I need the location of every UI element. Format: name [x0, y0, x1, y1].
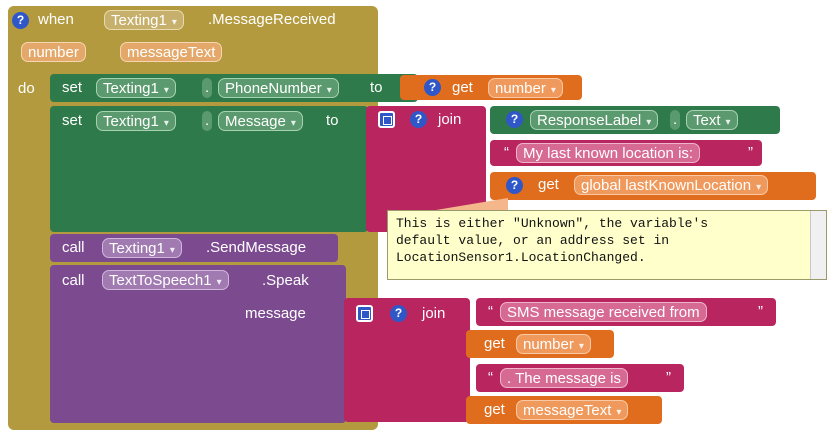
- speak-method: .Speak: [262, 272, 309, 289]
- mutator-icon[interactable]: [378, 111, 395, 128]
- tooltip-line: default value, or an address set in: [396, 233, 670, 248]
- quote-close-icon: ”: [758, 303, 763, 320]
- get-label: get: [484, 335, 505, 352]
- sendmessage-method: .SendMessage: [206, 239, 307, 256]
- get-number-dropdown[interactable]: number ▾: [488, 78, 563, 98]
- call-speak-component-dropdown[interactable]: TextToSpeech1 ▾: [102, 270, 229, 290]
- mutator-icon[interactable]: [356, 305, 373, 322]
- message-label: message: [245, 305, 306, 322]
- text-string-value[interactable]: SMS message received from: [500, 302, 707, 322]
- get-global-dropdown[interactable]: global lastKnownLocation ▾: [574, 175, 769, 195]
- help-icon[interactable]: ?: [506, 177, 523, 194]
- set-message-component-dropdown[interactable]: Texting1 ▾: [96, 111, 176, 131]
- tooltip: This is either "Unknown", the variable's…: [387, 210, 827, 280]
- help-icon[interactable]: ?: [12, 12, 29, 29]
- set-label: set: [62, 79, 83, 96]
- chevron-down-icon: ▾: [169, 245, 175, 256]
- dot-label: .: [202, 111, 213, 131]
- get-label: get: [452, 79, 473, 96]
- chevron-down-icon: ▾: [163, 85, 169, 96]
- responselabel-property-dropdown[interactable]: Text ▾: [686, 110, 738, 130]
- tooltip-scrollbar[interactable]: [810, 211, 826, 279]
- help-icon[interactable]: ?: [390, 305, 407, 322]
- event-component-label: Texting1: [111, 12, 167, 29]
- set-phone-property-dropdown[interactable]: PhoneNumber ▾: [218, 78, 339, 98]
- chevron-down-icon: ▾: [216, 277, 222, 288]
- to-label: to: [326, 112, 339, 129]
- quote-open-icon: “: [504, 144, 509, 161]
- help-icon[interactable]: ?: [506, 111, 523, 128]
- set-phone-component-dropdown[interactable]: Texting1 ▾: [96, 78, 176, 98]
- set-label: set: [62, 112, 83, 129]
- chevron-down-icon: ▾: [290, 118, 296, 129]
- param-number[interactable]: number: [21, 42, 86, 62]
- text-string-value[interactable]: . The message is: [500, 368, 628, 388]
- quote-open-icon: “: [488, 369, 493, 386]
- do-label: do: [18, 80, 35, 97]
- event-component-dropdown[interactable]: Texting1 ▾: [104, 10, 184, 30]
- set-message-component-label: Texting1: [103, 113, 159, 130]
- get-number-dropdown[interactable]: number ▾: [516, 334, 591, 354]
- get-global-label: global lastKnownLocation: [581, 177, 752, 194]
- call-label: call: [62, 272, 85, 289]
- get-messagetext-dropdown[interactable]: messageText ▾: [516, 400, 629, 420]
- tooltip-line: This is either "Unknown", the variable's: [396, 216, 709, 231]
- call-speak-component-label: TextToSpeech1: [109, 272, 212, 289]
- set-phone-component-label: Texting1: [103, 80, 159, 97]
- to-label: to: [370, 79, 383, 96]
- get-label: get: [484, 401, 505, 418]
- set-message-property-dropdown[interactable]: Message ▾: [218, 111, 303, 131]
- chevron-down-icon: ▾: [171, 17, 177, 28]
- join-label: join: [422, 305, 446, 322]
- set-message-property-label: Message: [225, 113, 286, 130]
- get-label: get: [538, 176, 559, 193]
- get-number-label: number: [495, 80, 546, 97]
- quote-open-icon: “: [488, 303, 493, 320]
- param-messagetext[interactable]: messageText: [120, 42, 223, 62]
- chevron-down-icon: ▾: [578, 341, 584, 352]
- event-name: .MessageReceived: [208, 11, 336, 28]
- dot-label: .: [670, 110, 681, 130]
- call-send-component-dropdown[interactable]: Texting1 ▾: [102, 238, 182, 258]
- set-phone-property-label: PhoneNumber: [225, 80, 322, 97]
- responselabel-component-label: ResponseLabel: [537, 112, 642, 129]
- when-label: when: [38, 11, 74, 28]
- responselabel-component-dropdown[interactable]: ResponseLabel ▾: [530, 110, 659, 130]
- quote-close-icon: ”: [666, 369, 671, 386]
- responselabel-property-label: Text: [693, 112, 721, 129]
- chevron-down-icon: ▾: [326, 85, 332, 96]
- get-number-label: number: [523, 336, 574, 353]
- join-label: join: [438, 111, 462, 128]
- chevron-down-icon: ▾: [646, 117, 652, 128]
- chevron-down-icon: ▾: [550, 85, 556, 96]
- call-label: call: [62, 239, 85, 256]
- chevron-down-icon: ▾: [616, 407, 622, 418]
- dot-label: .: [202, 78, 213, 98]
- text-string-value[interactable]: My last known location is:: [516, 143, 701, 163]
- chevron-down-icon: ▾: [163, 118, 169, 129]
- tooltip-line: LocationSensor1.LocationChanged.: [396, 250, 646, 265]
- chevron-down-icon: ▾: [756, 182, 762, 193]
- chevron-down-icon: ▾: [725, 117, 731, 128]
- help-icon[interactable]: ?: [410, 111, 427, 128]
- quote-close-icon: ”: [748, 144, 753, 161]
- call-send-component-label: Texting1: [109, 240, 165, 257]
- get-messagetext-label: messageText: [523, 402, 612, 419]
- help-icon[interactable]: ?: [424, 79, 441, 96]
